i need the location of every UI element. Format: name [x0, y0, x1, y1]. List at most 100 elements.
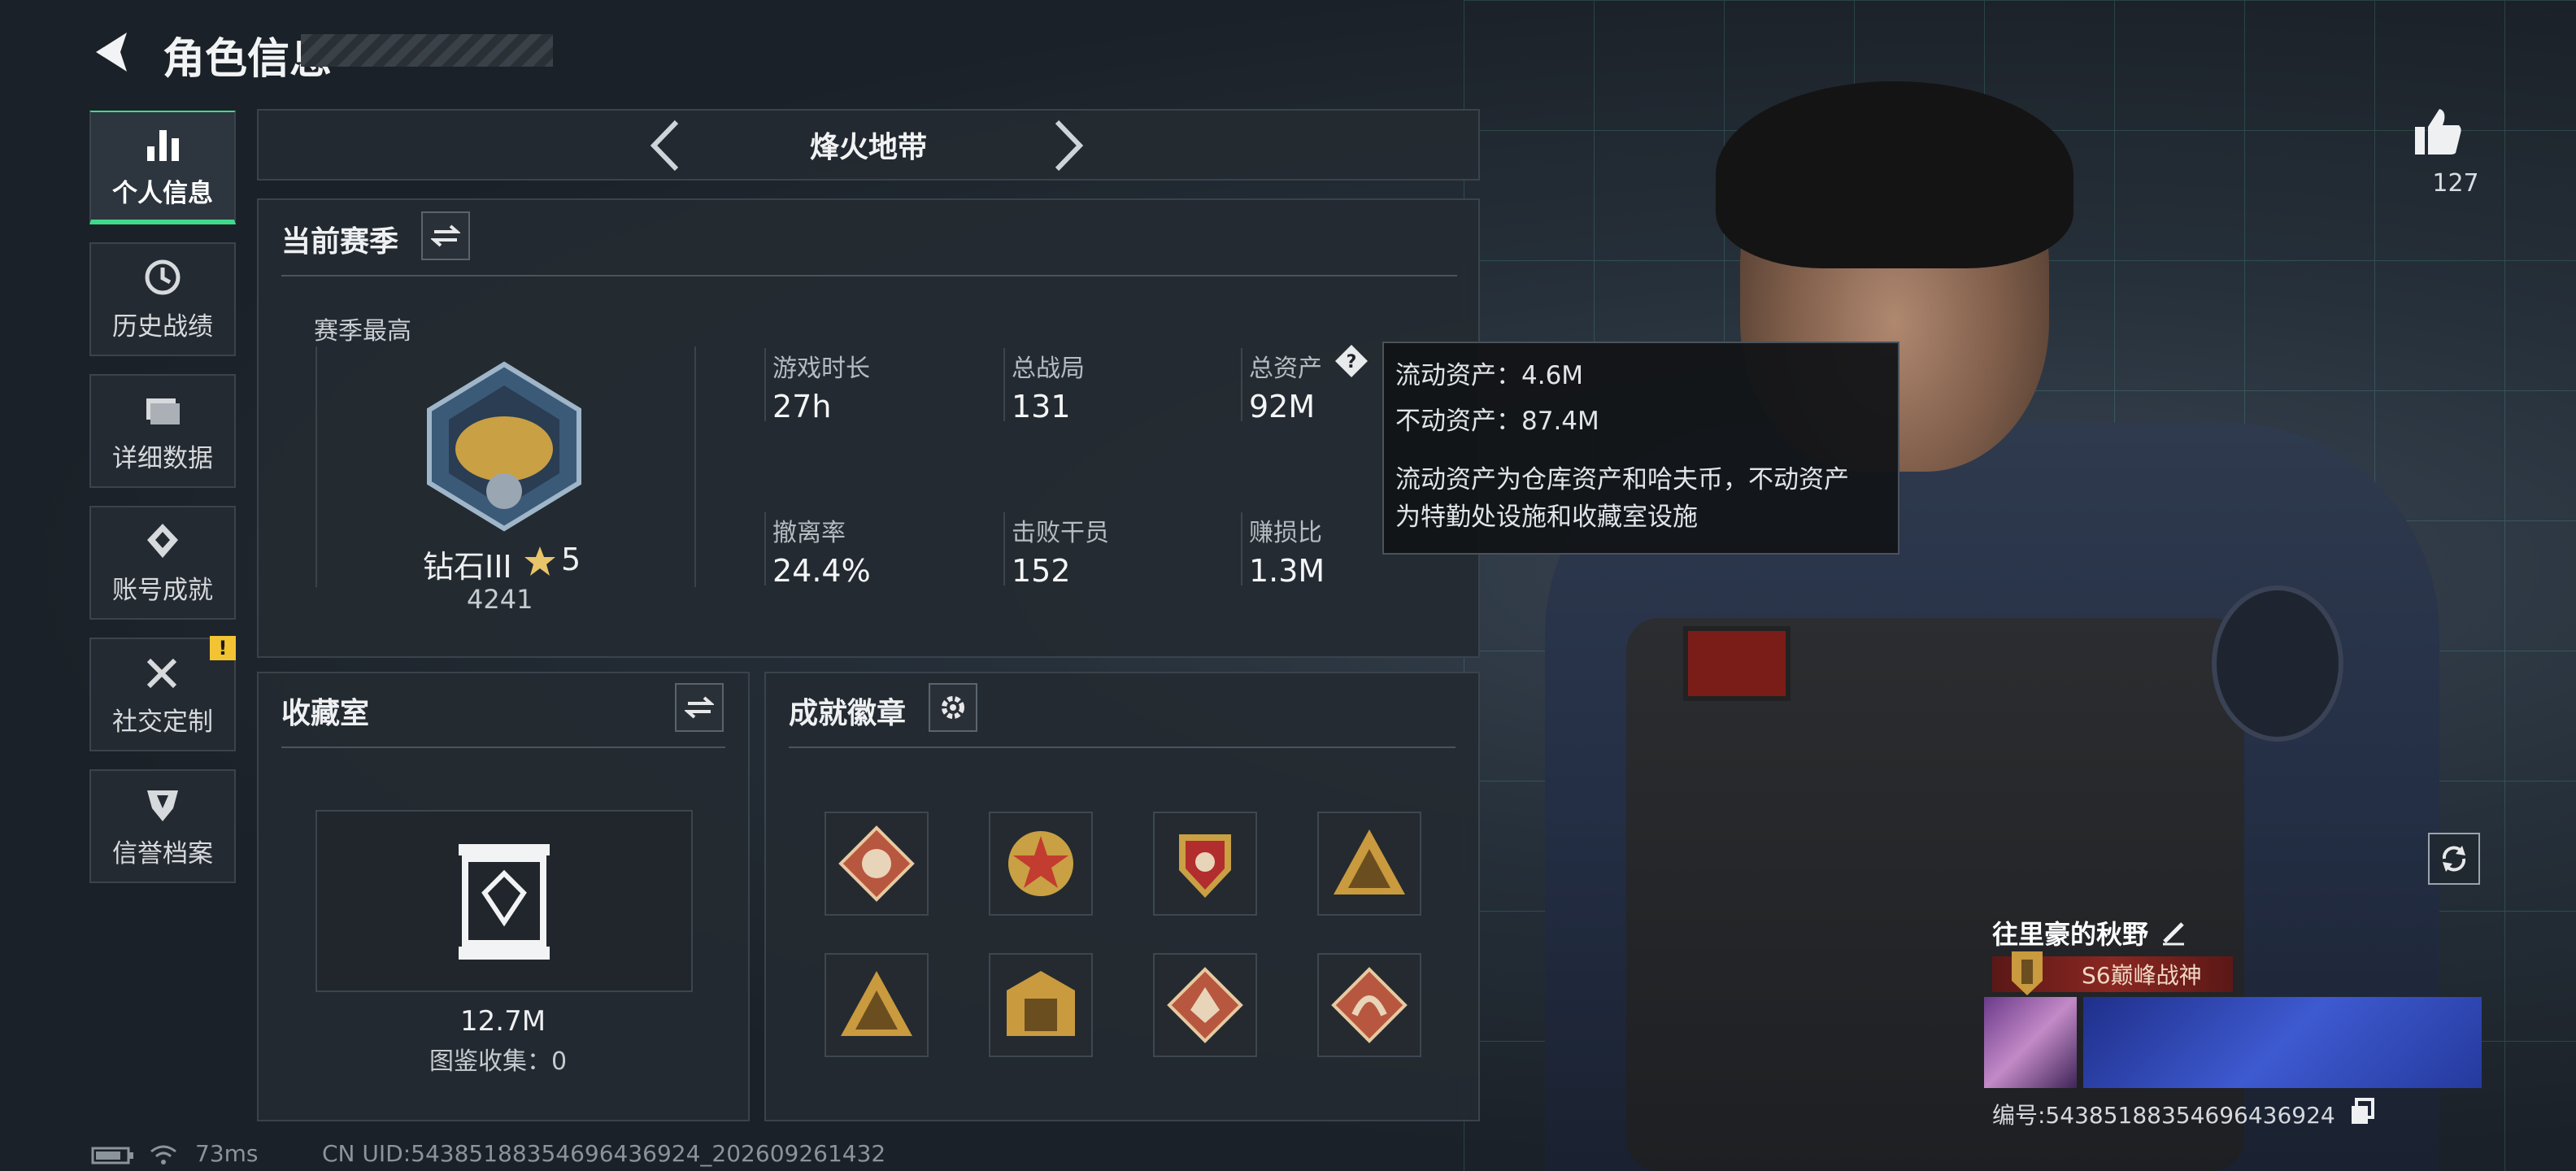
stat-label: 赚损比 [1249, 519, 1322, 547]
stat-separator [764, 512, 766, 586]
achievement-badge[interactable] [1317, 953, 1421, 1057]
nav-label: 账号成就 [112, 575, 213, 605]
rank-stars: 5 [561, 542, 581, 577]
player-uid: 编号:543851883546964369​24 [1992, 1102, 2335, 1129]
nav-personal-info[interactable]: 个人信息 [89, 111, 236, 224]
name-card-banner[interactable] [2083, 997, 2482, 1088]
stat-value: 152 [1012, 553, 1071, 589]
next-mode-arrow-icon[interactable] [1051, 117, 1086, 174]
switch-season-button[interactable] [421, 211, 470, 260]
title-decoration [301, 34, 553, 67]
stat-value: 131 [1012, 389, 1071, 424]
ping: 73ms [195, 1140, 259, 1167]
rank-name: 钻石III [423, 549, 512, 585]
catalog-count: 图鉴收集：0 [429, 1047, 568, 1076]
warning-badge: ! [210, 636, 236, 660]
avatar[interactable] [1984, 997, 2077, 1088]
bar-chart-icon [147, 129, 179, 161]
character-chest-tag [1683, 626, 1791, 701]
thumbs-up-icon[interactable] [2412, 106, 2464, 158]
tools-icon [146, 658, 177, 688]
swap-icon [431, 224, 460, 247]
nav-details[interactable]: 详细数据 [89, 374, 236, 488]
rank-title: S6巅峰战神 [2082, 962, 2202, 989]
nav-label: 历史战绩 [112, 311, 213, 342]
stat-separator [764, 348, 766, 421]
tooltip-liquid-assets: 流动资产：4.6M [1395, 361, 1584, 390]
footer-uid: CN UID:543851883546964369​24_20260926143… [322, 1140, 886, 1167]
star-icon [524, 546, 555, 576]
back-arrow-icon[interactable] [88, 28, 137, 76]
tooltip-fixed-assets: 不动资产：87.4M [1395, 407, 1599, 436]
swap-icon [685, 696, 714, 719]
stat-separator [1241, 512, 1242, 586]
achievement-badge[interactable] [1153, 953, 1257, 1057]
character-shoulder-patch [2212, 586, 2343, 742]
character-vest [1626, 618, 2244, 1171]
rank-emblem-icon [2012, 951, 2043, 995]
star-emblem-badge-icon [1008, 831, 1073, 896]
dragon-badge-icon [1331, 967, 1408, 1043]
season-title: 当前赛季 [281, 225, 399, 259]
prev-mode-arrow-icon[interactable] [647, 117, 683, 174]
nav-label: 信誉档案 [112, 838, 213, 868]
collection-title: 收藏室 [281, 697, 370, 730]
stat-separator [1003, 348, 1005, 421]
svg-text:?: ? [1347, 352, 1357, 372]
rank-score: 4241 [467, 584, 533, 615]
stat-separator [1003, 512, 1005, 586]
achievements-settings-button[interactable] [929, 683, 977, 732]
stat-value: 27h [772, 389, 832, 424]
divider [789, 747, 1456, 748]
stat-value: 92M [1249, 389, 1316, 424]
shield-stars-badge-icon [1179, 834, 1231, 898]
nav-history[interactable]: 历史战绩 [89, 242, 236, 356]
gear-icon [942, 696, 964, 719]
battery-icon [91, 1147, 133, 1164]
achievement-badge-icon [147, 523, 178, 558]
divider [281, 747, 725, 748]
stat-label: 击败干员 [1012, 519, 1109, 547]
stat-label: 总战局 [1012, 355, 1085, 383]
likes-count: 127 [2432, 169, 2479, 198]
tooltip-description: 为特勤处设施和收藏室设施 [1395, 503, 1698, 532]
s5-triangle-badge-icon [1334, 829, 1405, 895]
collection-value: 12.7M [460, 1005, 546, 1038]
nav-label: 详细数据 [112, 443, 213, 473]
stat-value: 1.3M [1249, 553, 1325, 589]
stat-value: 24.4% [772, 553, 871, 589]
diamond-rank-emblem-icon [427, 361, 581, 532]
achievement-badge[interactable] [989, 812, 1093, 916]
season-best-label: 赛季最高 [314, 317, 411, 346]
divider [281, 275, 1457, 276]
player-name: 往里豪的秋野 [1992, 919, 2149, 950]
help-question-icon[interactable]: ? [1334, 343, 1369, 379]
beast-head-badge-icon [838, 825, 915, 902]
edit-pencil-icon[interactable] [2160, 917, 2189, 947]
stat-separator [1241, 348, 1242, 421]
achievement-badge[interactable] [989, 953, 1093, 1057]
s6-triangle-badge-icon [841, 971, 912, 1036]
mode-name: 烽火地带 [809, 131, 927, 164]
nav-label: 社交定制 [112, 707, 213, 737]
nav-achievements[interactable]: 账号成就 [89, 506, 236, 620]
refresh-button[interactable] [2428, 833, 2480, 885]
achievement-badge[interactable] [1153, 812, 1257, 916]
nav-label: 个人信息 [112, 178, 213, 208]
display-case-icon [459, 844, 550, 960]
wifi-icon [150, 1145, 176, 1164]
copy-icon[interactable] [2348, 1098, 2376, 1125]
achievement-badge[interactable] [825, 812, 929, 916]
folder-icon [146, 398, 180, 424]
achievement-badge[interactable] [1317, 812, 1421, 916]
credit-shield-icon [147, 790, 178, 821]
stat-label: 总资产 [1249, 355, 1322, 383]
tooltip-description: 流动资产为仓库资产和哈夫币，不动资产 [1395, 465, 1849, 494]
history-clock-icon [145, 259, 181, 294]
nav-credit[interactable]: 信誉档案 [89, 769, 236, 883]
character-hair [1716, 81, 2073, 268]
switch-collection-button[interactable] [675, 683, 724, 732]
stat-label: 游戏时长 [772, 355, 870, 383]
gate-badge-icon [1007, 971, 1075, 1036]
achievement-badge[interactable] [825, 953, 929, 1057]
